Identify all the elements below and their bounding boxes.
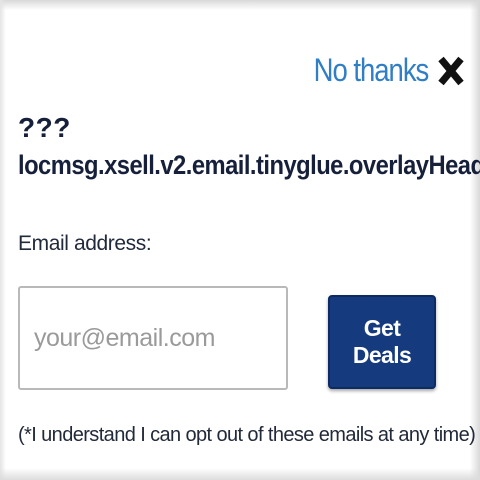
overlay-shadow-left	[0, 0, 6, 480]
email-overlay: No thanks ??? locmsg.xsell.v2.email.tiny…	[0, 0, 480, 480]
no-thanks-button[interactable]: No thanks	[295, 52, 464, 89]
overlay-shadow-right	[470, 0, 480, 480]
no-thanks-label: No thanks	[313, 52, 429, 88]
email-field-label: Email address:	[18, 232, 152, 255]
get-deals-button[interactable]: Get Deals	[328, 295, 436, 389]
overlay-shadow-top	[0, 0, 480, 10]
email-field[interactable]	[18, 286, 288, 390]
overlay-header: locmsg.xsell.v2.email.tinyglue.overlayHe…	[18, 150, 480, 181]
overlay-header-prefix: ???	[18, 112, 71, 143]
overlay-shadow-bottom	[0, 468, 480, 480]
opt-out-disclaimer: (*I understand I can opt out of these em…	[18, 424, 476, 446]
close-icon[interactable]	[438, 56, 464, 86]
overlay-header-text: locmsg.xsell.v2.email.tinyglue.overlayHe…	[18, 150, 480, 180]
